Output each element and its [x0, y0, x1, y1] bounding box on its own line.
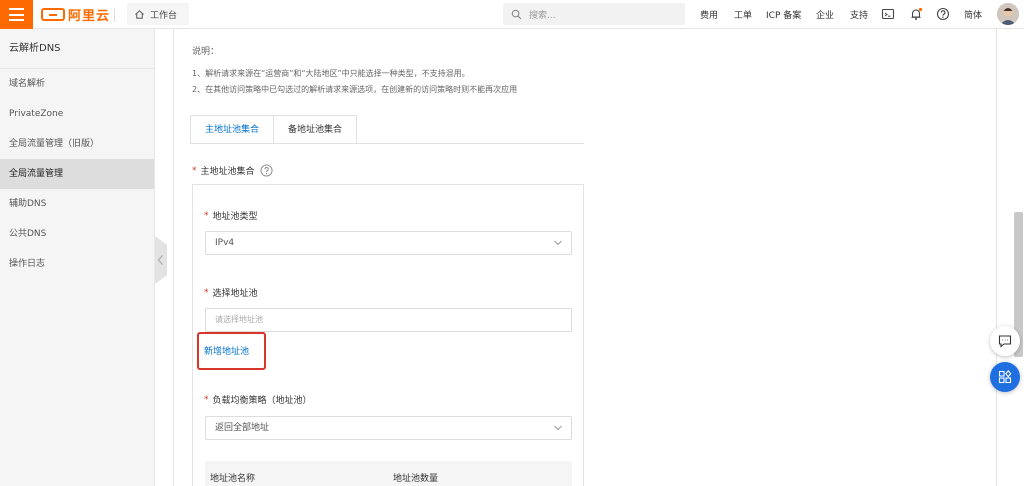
sidebar-item-public-dns[interactable]: 公共DNS	[0, 219, 154, 249]
lb-strategy-select[interactable]: 返回全部地址	[205, 416, 572, 440]
sidebar: 云解析DNS 域名解析 PrivateZone 全局流量管理（旧版） 全局流量管…	[0, 29, 155, 486]
top-bar: 阿里云 工作台 搜索... 费用 工单 ICP 备案 企业 支持 简体	[0, 0, 1024, 29]
pool-type-label: * 地址池类型	[204, 210, 258, 223]
pool-type-select[interactable]: IPv4	[205, 231, 572, 255]
nav-support[interactable]: 支持	[850, 0, 868, 29]
nav-tickets[interactable]: 工单	[734, 0, 752, 29]
sidebar-item-operation-log[interactable]: 操作日志	[0, 249, 154, 279]
sidebar-item-secondary-dns[interactable]: 辅助DNS	[0, 189, 154, 219]
terminal-icon[interactable]	[881, 7, 895, 21]
select-pool-input[interactable]: 请选择地址池	[205, 308, 572, 332]
required-mark: *	[204, 287, 209, 298]
search-icon	[511, 9, 522, 19]
nav-enterprise[interactable]: 企业	[816, 0, 834, 29]
search-placeholder: 搜索...	[529, 10, 556, 21]
sidebar-item-domain-resolution[interactable]: 域名解析	[0, 69, 154, 99]
column-header-pool-count: 地址池数量	[393, 474, 439, 484]
tab-primary-pool[interactable]: 主地址池集合	[190, 115, 275, 144]
sidebar-item-gtm-legacy[interactable]: 全局流量管理（旧版）	[0, 129, 154, 159]
sidebar-item-privatezone[interactable]: PrivateZone	[0, 99, 154, 129]
divider	[114, 8, 115, 22]
user-avatar-icon	[997, 3, 1019, 25]
sidebar-collapse-handle[interactable]	[155, 236, 167, 284]
tabs-divider	[190, 143, 584, 144]
pool-tabs: 主地址池集合 备地址池集合	[190, 115, 358, 144]
chat-icon	[998, 335, 1012, 348]
primary-pool-label: * 主地址池集合	[192, 164, 273, 177]
home-icon	[135, 9, 144, 19]
tab-backup-pool[interactable]: 备地址池集合	[274, 115, 358, 144]
bell-icon[interactable]	[909, 7, 923, 21]
chevron-left-icon	[157, 255, 163, 265]
lb-strategy-label: * 负载均衡策略（地址池）	[204, 394, 312, 407]
required-mark: *	[204, 394, 209, 405]
chevron-down-icon	[554, 425, 562, 431]
highlight-annotation	[197, 332, 266, 370]
required-mark: *	[192, 165, 197, 176]
sidebar-item-gtm[interactable]: 全局流量管理	[0, 159, 154, 189]
workbench-button[interactable]: 工作台	[127, 3, 189, 25]
aliyun-logo[interactable]: 阿里云	[41, 6, 110, 24]
description-title: 说明：	[192, 47, 220, 57]
nav-language[interactable]: 简体	[964, 0, 982, 29]
logo-mark-icon	[41, 8, 65, 21]
help-circle-icon[interactable]	[936, 7, 950, 21]
description-line-2: 2、在其他访问策略中已勾选过的解析请求来源选项，在创建新的访问策略时则不能再次应…	[192, 85, 518, 94]
menu-icon[interactable]	[0, 0, 33, 29]
description-line-1: 1、解析请求来源在“运营商”和“大陆地区”中只能选择一种类型，不支持混用。	[192, 69, 470, 78]
chevron-down-icon	[554, 240, 562, 246]
select-pool-placeholder: 请选择地址池	[215, 315, 263, 324]
required-mark: *	[204, 210, 209, 221]
workbench-label: 工作台	[150, 10, 178, 21]
pool-type-value: IPv4	[215, 238, 235, 248]
question-icon[interactable]	[259, 164, 273, 177]
apps-button[interactable]	[990, 362, 1020, 392]
select-pool-label: * 选择地址池	[204, 287, 258, 300]
lb-strategy-value: 返回全部地址	[215, 423, 270, 433]
nav-fees[interactable]: 费用	[700, 0, 718, 29]
feedback-button[interactable]	[990, 326, 1020, 356]
apps-grid-icon	[998, 370, 1012, 384]
avatar[interactable]	[997, 3, 1019, 25]
search-input[interactable]: 搜索...	[503, 3, 685, 25]
pool-table-header: 地址池名称 地址池数量	[205, 461, 572, 486]
nav-icp[interactable]: ICP 备案	[766, 0, 801, 29]
column-header-pool-name: 地址池名称	[210, 474, 256, 484]
sidebar-title: 云解析DNS	[0, 29, 154, 69]
